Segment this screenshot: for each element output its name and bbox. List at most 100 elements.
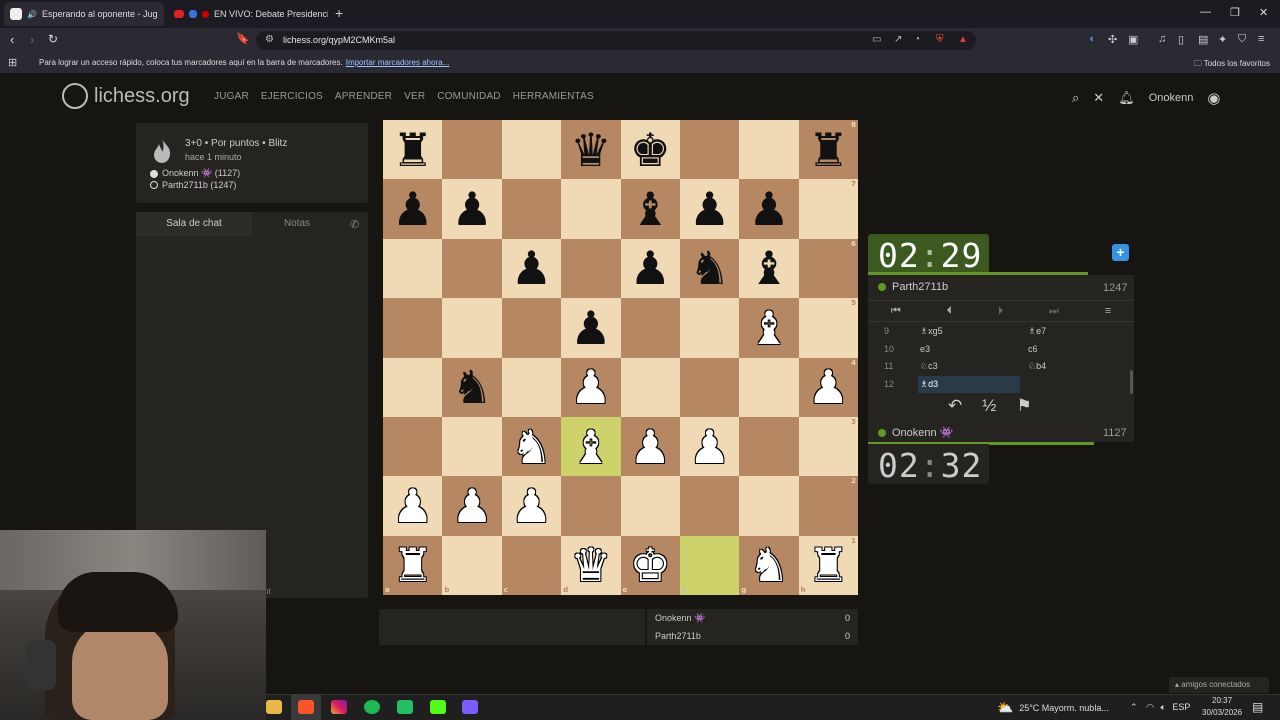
taskbar-time[interactable]: 20:37 [1212,696,1232,705]
square-d8[interactable]: ♛ [561,120,621,180]
next-move-icon[interactable]: ⏵ [998,305,1004,318]
music-icon[interactable]: ♫ [1158,33,1166,45]
square-g2[interactable] [739,476,799,536]
square-d6[interactable] [561,238,621,299]
weather-widget[interactable]: ⛅ 25°C Mayorm. nubla... [997,700,1109,716]
square-d3[interactable]: ♝ [561,416,621,477]
menu-icon[interactable]: ≡ [1258,33,1264,45]
black-player-line[interactable]: Parth2711b (1247) [150,180,236,190]
stream-app-icon[interactable] [462,700,478,714]
square-h3[interactable]: 3 [798,416,858,477]
hamburger-menu-icon[interactable]: ≡ [1105,305,1111,317]
menu-item-ejercicios[interactable]: EJERCICIOS [261,91,323,102]
opponent-line[interactable]: Parth2711b [878,281,948,293]
bookmark-icon[interactable]: 🔖 [236,32,250,45]
square-a6[interactable] [383,238,443,299]
black-bishop-icon[interactable]: ♝ [748,245,789,291]
black-king-icon[interactable]: ♚ [630,127,671,173]
square-c7[interactable] [501,179,562,239]
black-rook-icon[interactable]: ♜ [808,127,849,173]
square-h1[interactable]: ♜ 1 h [798,535,858,595]
white-knight-icon[interactable]: ♞ [511,424,552,470]
square-b6[interactable] [442,238,502,299]
menu-item-comunidad[interactable]: COMUNIDAD [437,91,500,102]
volume-icon[interactable]: 🔈︎ [1160,702,1165,712]
square-a1[interactable]: ♜ a [383,535,443,595]
black-knight-icon[interactable]: ♞ [451,364,492,410]
square-f1[interactable]: f [679,535,740,595]
all-favorites-folder[interactable]: 🗀 Todos los favoritos [1194,58,1270,72]
square-e2[interactable] [620,476,680,536]
square-a4[interactable] [383,357,443,417]
square-a2[interactable]: ♟ [383,476,443,536]
square-e6[interactable]: ♟ [620,238,680,299]
black-move[interactable]: ♘b4 [1028,358,1046,375]
reload-icon[interactable]: ↻ [48,32,58,46]
square-f5[interactable] [679,298,740,358]
white-bishop-icon[interactable]: ♝ [570,424,611,470]
black-pawn-icon[interactable]: ♟ [392,186,433,232]
black-bishop-icon[interactable]: ♝ [630,186,671,232]
whatsapp-icon[interactable] [397,700,413,714]
black-pawn-icon[interactable]: ♟ [748,186,789,232]
square-e8[interactable]: ♚ [620,120,680,180]
black-pawn-icon[interactable]: ♟ [451,186,492,232]
square-a5[interactable] [383,298,443,358]
username[interactable]: Onokenn [1149,92,1194,104]
new-tab-icon[interactable]: + [335,5,343,21]
sidebar-icon[interactable]: ▯ [1178,33,1184,46]
square-c4[interactable] [501,357,562,417]
square-c3[interactable]: ♞ [501,416,562,477]
menu-item-aprender[interactable]: APRENDER [335,91,392,102]
offer-draw-button[interactable]: ½ [982,396,996,416]
square-e3[interactable]: ♟ [620,416,680,477]
white-queen-icon[interactable]: ♛ [570,542,611,588]
my-player-line[interactable]: Onokenn 👾 [878,426,953,439]
tools-icon[interactable]: ✕ [1093,90,1104,106]
white-knight-icon[interactable]: ♞ [748,542,789,588]
square-h2[interactable]: 2 [798,476,858,536]
wallet2-icon[interactable]: ▤ [1198,33,1208,46]
square-b5[interactable] [442,298,502,358]
white-move[interactable]: ♘c3 [918,358,1020,375]
tray-up-icon[interactable]: ⌃ [1130,702,1138,712]
square-g1[interactable]: ♞ g [739,535,799,595]
moves-scrollbar[interactable] [1130,370,1133,394]
white-king-icon[interactable]: ♚ [630,542,671,588]
square-d4[interactable]: ♟ [561,357,621,417]
white-bishop-icon[interactable]: ♝ [748,305,789,351]
first-move-icon[interactable]: ⏮ [891,305,901,318]
screen-icon[interactable]: ▭ [872,34,881,45]
brave-rewards-icon[interactable]: ▲ [958,34,968,45]
square-b4[interactable]: ♞ [442,357,502,417]
white-pawn-icon[interactable]: ♟ [570,364,611,410]
square-f2[interactable] [679,476,740,536]
bell-icon[interactable]: 🔔︎ [1118,90,1135,106]
tab-notes[interactable]: Notas [252,212,342,236]
phone-icon[interactable]: ✆ [350,218,359,231]
square-d2[interactable] [561,476,621,536]
square-b1[interactable]: b [442,535,502,595]
white-rook-icon[interactable]: ♜ [392,542,433,588]
white-move[interactable]: ♗xg5 [918,323,1020,340]
white-pawn-icon[interactable]: ♟ [630,424,671,470]
square-d5[interactable]: ♟ [561,298,621,358]
square-f7[interactable]: ♟ [679,179,740,239]
notification-icon[interactable]: ▤ [1252,700,1263,714]
friends-online[interactable]: ▴ amigos conectados [1169,677,1269,693]
brave-shield-icon[interactable]: ⛨ [936,34,944,45]
share-icon[interactable]: ↗ [894,34,902,45]
rss-icon[interactable]: ◔ [914,34,920,45]
square-g3[interactable] [739,416,799,477]
black-pawn-icon[interactable]: ♟ [570,305,611,351]
vpn-icon[interactable]: ⛉ [1238,33,1246,46]
square-f8[interactable] [679,120,740,180]
leo-icon[interactable]: ✦ [1218,33,1227,46]
square-b2[interactable]: ♟ [442,476,502,536]
white-pawn-icon[interactable]: ♟ [689,424,730,470]
taskbar-date[interactable]: 30/03/2026 [1202,708,1242,717]
search-icon[interactable]: ⌕ [1072,90,1079,106]
square-h7[interactable]: 7 [798,179,858,239]
square-b3[interactable] [442,416,502,477]
square-f6[interactable]: ♞ [679,238,740,299]
